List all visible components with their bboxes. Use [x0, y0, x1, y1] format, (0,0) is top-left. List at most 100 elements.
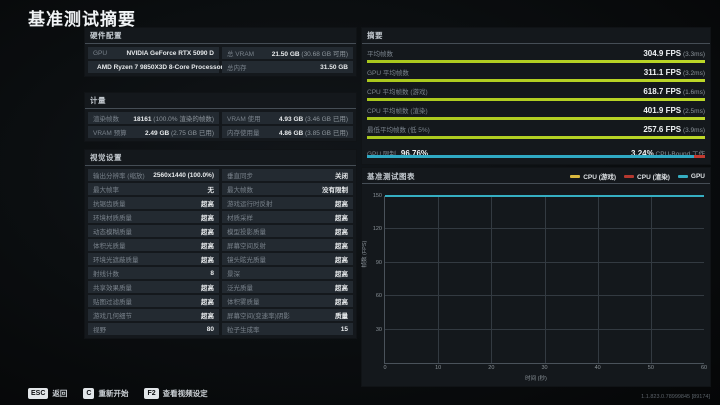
hardware-value: 21.50 GB (30.68 GB 可用)	[271, 51, 348, 58]
summary-row-bar	[367, 79, 705, 82]
visual-setting-cell: 环境光遮蔽质量 超高	[88, 253, 219, 265]
summary-row-line: 最低平均帧数 (低 5%) 257.6 FPS (3.9ms)	[367, 124, 705, 135]
visual-setting-value: 超高	[335, 201, 348, 208]
hardware-cell: CPUAMD Ryzen 7 9850X3D 8-Core Processor	[88, 61, 223, 73]
hardware-config-header: 硬件配置	[85, 28, 356, 44]
legend-item-label: CPU (游戏)	[583, 174, 617, 181]
legend-swatch-icon	[570, 174, 581, 178]
visual-setting-value: 超高	[335, 285, 348, 292]
hardware-value: AMD Ryzen 7 9850X3D 8-Core Processor	[97, 63, 224, 71]
metrics-rows: 渲染帧数 18161 (100.0% 渲染的帧数) VRAM 使用 4.93 GB (…	[85, 109, 356, 141]
visual-setting-cell: 环境材质质量 超高	[88, 211, 219, 223]
metric-row: VRAM 预算 2.49 GB (2.75 GB 已用) 内存使用量 4.86 GB …	[88, 126, 353, 138]
visual-setting-row: 环境材质质量 超高 材质采样 超高	[88, 211, 353, 223]
metric-value-detail: (3.46 GB 已用)	[303, 116, 348, 123]
visual-setting-label: 共享效果质量	[93, 285, 132, 292]
y-tick-label: 60	[375, 293, 382, 300]
hardware-label: 总 VRAM	[227, 51, 255, 58]
visual-setting-cell: 垂直同步 关闭	[222, 169, 353, 181]
hardware-config-rows: GPU NVIDIA GeForce RTX 5090 D 总 VRAM 21.50 …	[85, 44, 356, 76]
chart-x-axis-label: 时间 (秒)	[525, 376, 547, 382]
summary-row-bar-fill	[367, 98, 705, 101]
visual-setting-value: 超高	[201, 201, 214, 208]
metric-value-detail: (100.0% 渲染的帧数)	[151, 116, 214, 123]
visual-setting-cell: 动态模糊质量 超高	[88, 225, 219, 237]
visual-setting-cell: 镜头眩光质量 超高	[222, 253, 353, 265]
summary-row-bar	[367, 136, 705, 139]
metric-label: 内存使用量	[227, 130, 260, 137]
summary-row-line: CPU 平均帧数 (渲染) 401.9 FPS (2.5ms)	[367, 105, 705, 116]
visual-setting-label: 游戏运行时反射	[227, 201, 273, 208]
gridline-vertical	[491, 196, 493, 363]
gridline-vertical	[544, 196, 546, 363]
benchmark-chart-header: 基准测试图表 CPU (游戏) CPU (渲染) GPU	[362, 168, 710, 184]
key-hint-f2[interactable]: F2 查看视频设定	[144, 388, 208, 399]
visual-setting-cell: 射线计数 8	[88, 267, 219, 279]
metric-label: VRAM 预算	[93, 130, 127, 137]
visual-setting-row: 输出分辨率 (缩放) 2560x1440 (100.0%) 垂直同步 关闭	[88, 169, 353, 181]
y-tick-label: 150	[372, 193, 382, 199]
summary-row-bar-fill	[367, 79, 705, 82]
summary-header: 摘要	[362, 28, 710, 44]
visual-setting-value: 关闭	[335, 173, 348, 180]
gpu-bound-bar-gpu	[367, 155, 695, 158]
summary-row-bar	[367, 117, 705, 120]
metric-value: 18161 (100.0% 渲染的帧数)	[133, 116, 214, 123]
visual-setting-cell: 屏幕空间反射 超高	[222, 239, 353, 251]
y-tick-label: 30	[375, 326, 382, 333]
visual-setting-row: 视野 80 粒子生成率 15	[88, 323, 353, 335]
visual-setting-value: 超高	[201, 313, 214, 320]
visual-setting-value: 超高	[201, 215, 214, 222]
summary-row-label: 最低平均帧数 (低 5%)	[367, 127, 430, 134]
visual-setting-cell: 游戏几何细节 超高	[88, 309, 219, 321]
key-hint-c[interactable]: C 重新开始	[83, 388, 128, 399]
summary-row-frametime: (3.2ms)	[681, 70, 705, 77]
visual-setting-cell: 泛光质量 超高	[222, 281, 353, 293]
x-tick-label: 60	[700, 365, 708, 371]
visual-setting-cell: 景深 超高	[222, 267, 353, 279]
visual-setting-value: 质量	[335, 313, 348, 320]
hardware-value-detail: (30.68 GB 可用)	[299, 51, 348, 58]
visual-setting-value: 超高	[335, 229, 348, 236]
visual-setting-row: 体积光质量 超高 屏幕空间反射 超高	[88, 239, 353, 251]
key-hint-label: 查看视频设定	[162, 389, 208, 398]
x-tick-label: 20	[488, 365, 495, 371]
legend-item: CPU (游戏)	[570, 171, 616, 181]
visual-setting-label: 泛光质量	[227, 285, 253, 292]
legend-item: GPU	[677, 173, 705, 180]
summary-row-bar-fill	[367, 60, 705, 63]
visual-setting-label: 材质采样	[227, 215, 253, 222]
visual-settings-rows: 输出分辨率 (缩放) 2560x1440 (100.0%) 垂直同步 关闭 最大帧率无最…	[85, 166, 356, 338]
summary-row-value: 618.7 FPS (1.6ms)	[643, 87, 705, 96]
visual-setting-cell: 视野 80	[88, 323, 219, 335]
benchmark-chart-title: 基准测试图表	[367, 171, 415, 181]
visual-setting-label: 输出分辨率 (缩放)	[93, 173, 145, 180]
visual-setting-row: 射线计数 8 景深 超高	[88, 267, 353, 279]
key-hint-label: 重新开始	[98, 389, 129, 398]
summary-row-label: GPU 平均帧数	[367, 70, 409, 77]
visual-setting-cell: 输出分辨率 (缩放) 2560x1440 (100.0%)	[88, 169, 219, 181]
visual-setting-label: 游戏几何细节	[93, 313, 132, 320]
visual-setting-cell: 体积光质量 超高	[88, 239, 219, 251]
visual-setting-value: 80	[206, 325, 214, 333]
visual-setting-label: 体积雾质量	[227, 299, 260, 306]
summary-row-line: CPU 平均帧数 (游戏) 618.7 FPS (1.6ms)	[367, 86, 705, 97]
visual-setting-label: 屏幕空间(变速率)阴影	[227, 313, 290, 320]
metric-label: VRAM 使用	[227, 116, 261, 123]
summary-row-label: 平均帧数	[367, 51, 393, 58]
visual-setting-label: 动态模糊质量	[93, 229, 132, 236]
visual-setting-value: 15	[340, 325, 348, 333]
benchmark-chart-panel: 基准测试图表 CPU (游戏) CPU (渲染) GPU 帧数 (FPS) 30 60…	[362, 168, 710, 386]
visual-setting-row: 最大帧率 无 最大帧数 没有限制	[88, 183, 353, 195]
metrics-header: 计量	[85, 93, 356, 109]
key-hint-esc[interactable]: ESC 返回	[28, 388, 67, 399]
summary-row-value: 304.9 FPS (3.3ms)	[643, 49, 705, 58]
visual-setting-label: 屏幕空间反射	[227, 243, 266, 250]
hardware-label: GPU	[93, 49, 108, 57]
chart-legend: CPU (游戏) CPU (渲染) GPU	[570, 171, 705, 181]
summary-row-bar	[367, 98, 705, 101]
cpu-bound-right: 3.24% CPU-Bound 工作	[631, 143, 705, 161]
hardware-cell: 总内存 31.50 GB	[222, 61, 353, 73]
visual-setting-value: 超高	[201, 243, 214, 250]
chart-plot-area: 30 60 90 120 150 0 10 20 30 40 50 60	[373, 193, 707, 371]
